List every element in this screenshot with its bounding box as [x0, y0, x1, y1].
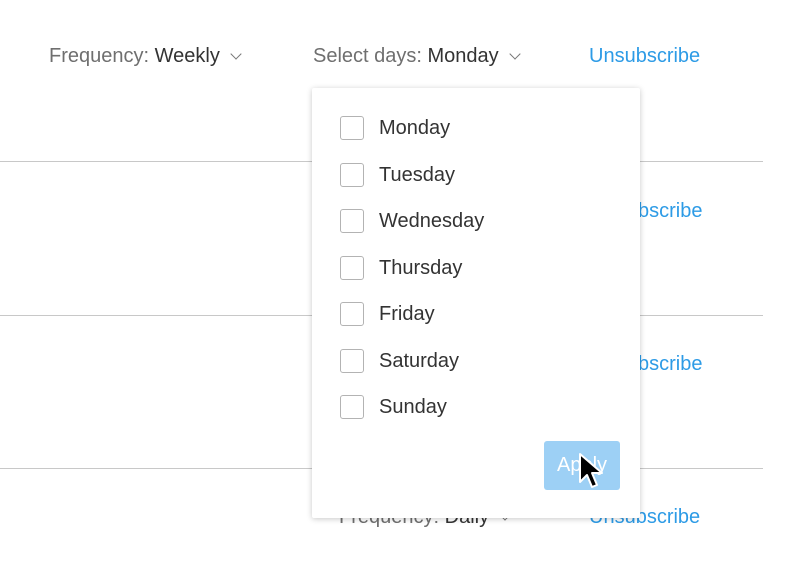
- chevron-down-icon: [230, 48, 242, 60]
- days-label: Select days:: [313, 45, 422, 67]
- day-option-monday[interactable]: Monday: [340, 114, 450, 142]
- unsubscribe-link-partial[interactable]: bscribe: [638, 200, 702, 223]
- checkbox[interactable]: [340, 256, 364, 280]
- days-filter[interactable]: Select days: Monday: [313, 45, 521, 68]
- checkbox[interactable]: [340, 163, 364, 187]
- day-option-label: Friday: [379, 302, 435, 325]
- checkbox[interactable]: [340, 209, 364, 233]
- days-dropdown: Monday Tuesday Wednesday Thursday Friday…: [312, 88, 640, 518]
- checkbox[interactable]: [340, 302, 364, 326]
- day-option-wednesday[interactable]: Wednesday: [340, 207, 484, 235]
- frequency-value: Weekly: [154, 45, 220, 67]
- day-option-label: Monday: [379, 116, 451, 139]
- day-option-label: Tuesday: [379, 163, 455, 186]
- chevron-down-icon: [509, 48, 521, 60]
- day-option-thursday[interactable]: Thursday: [340, 254, 462, 282]
- day-option-tuesday[interactable]: Tuesday: [340, 161, 455, 189]
- day-option-label: Sunday: [379, 395, 447, 418]
- frequency-filter[interactable]: Frequency: Weekly: [49, 45, 242, 68]
- day-option-saturday[interactable]: Saturday: [340, 347, 459, 375]
- days-value: Monday: [427, 45, 499, 67]
- frequency-label: Frequency:: [49, 45, 150, 67]
- checkbox[interactable]: [340, 395, 364, 419]
- day-option-friday[interactable]: Friday: [340, 300, 435, 328]
- unsubscribe-link[interactable]: Unsubscribe: [589, 45, 700, 68]
- day-option-label: Thursday: [379, 256, 463, 279]
- day-option-label: Wednesday: [379, 209, 485, 232]
- checkbox[interactable]: [340, 349, 364, 373]
- checkbox[interactable]: [340, 116, 364, 140]
- day-option-sunday[interactable]: Sunday: [340, 393, 447, 421]
- apply-button[interactable]: Apply: [544, 441, 620, 490]
- unsubscribe-link-partial[interactable]: bscribe: [638, 353, 702, 376]
- day-option-label: Saturday: [379, 349, 460, 372]
